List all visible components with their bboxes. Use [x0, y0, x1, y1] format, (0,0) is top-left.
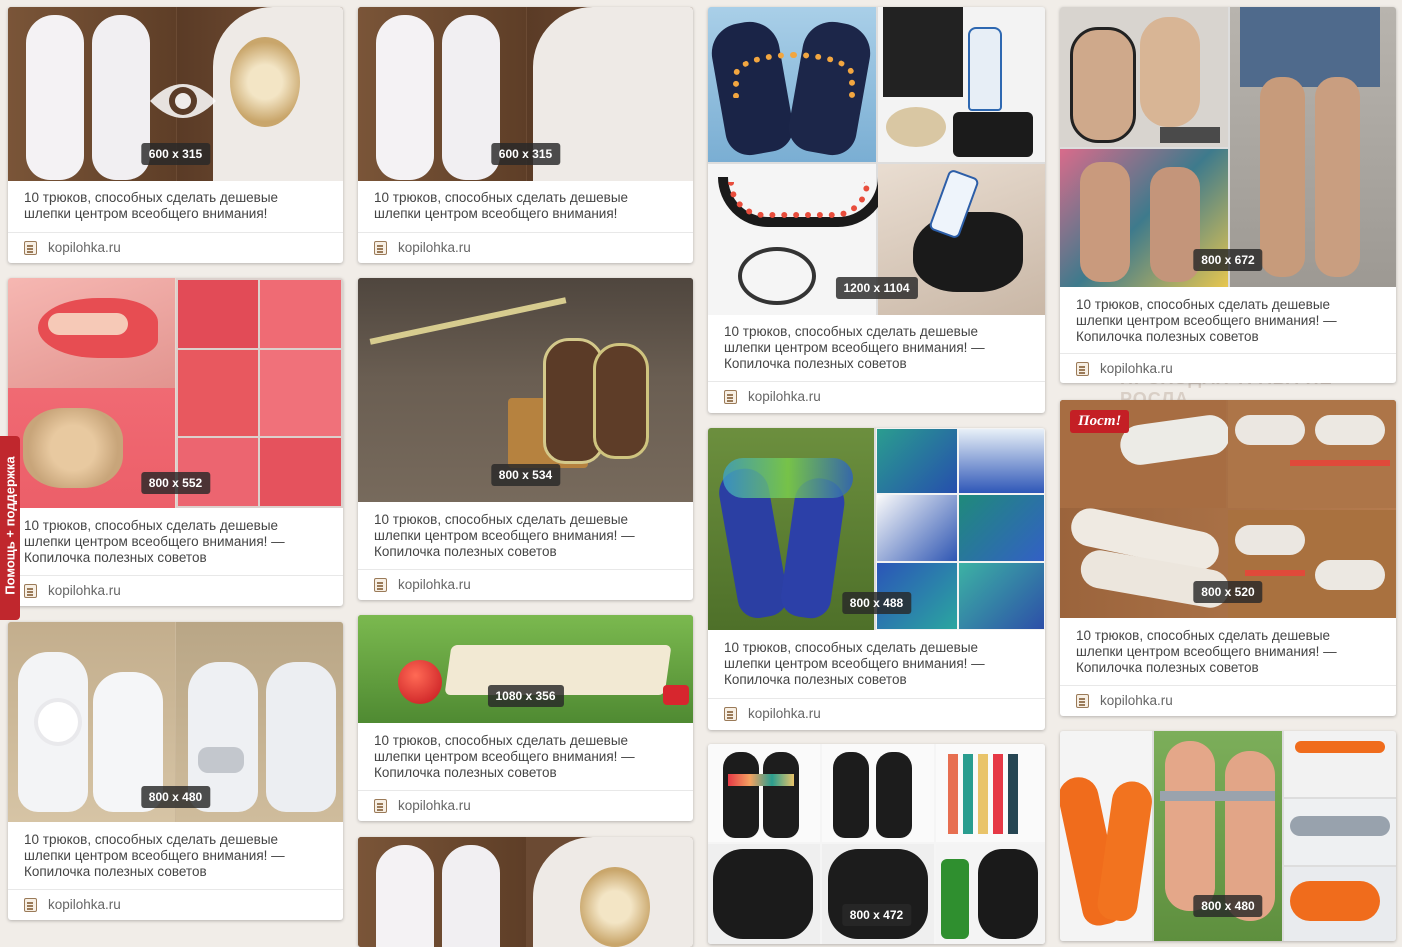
source-domain[interactable]: kopilohka.ru	[748, 706, 821, 721]
card-source[interactable]: kopilohka.ru	[1060, 685, 1396, 716]
card-caption[interactable]: 10 трюков, способных сделать дешевые шле…	[724, 640, 1031, 688]
source-page-icon	[724, 390, 737, 404]
image-dimensions: 800 x 488	[841, 592, 912, 614]
source-page-icon	[374, 578, 387, 592]
card-image[interactable]: 1200 x 1104	[708, 7, 1045, 315]
card-image[interactable]: 800 x 480	[1060, 731, 1396, 941]
image-card[interactable]: 800 x 552 10 трюков, способных сделать д…	[8, 278, 343, 606]
card-caption[interactable]: 10 трюков, способных сделать дешевые шле…	[1076, 297, 1382, 345]
card-caption[interactable]: 10 трюков, способных сделать дешевые шле…	[374, 190, 679, 222]
card-image[interactable]	[358, 837, 693, 947]
help-support-label: Помощь + поддержка	[2, 456, 18, 595]
card-caption[interactable]: 10 трюков, способных сделать дешевые шле…	[374, 733, 679, 781]
card-source[interactable]: kopilohka.ru	[1060, 353, 1396, 383]
image-card[interactable]: 600 x 315 10 трюков, способных сделать д…	[8, 7, 343, 263]
card-caption[interactable]: 10 трюков, способных сделать дешевые шле…	[24, 832, 329, 880]
card-image[interactable]: 800 x 480	[8, 622, 343, 822]
card-source[interactable]: kopilohka.ru	[358, 569, 693, 600]
source-domain[interactable]: kopilohka.ru	[398, 798, 471, 813]
image-dimensions: 800 x 552	[140, 472, 211, 494]
card-source[interactable]: kopilohka.ru	[358, 790, 693, 821]
image-card[interactable]: 800 x 534 10 трюков, способных сделать д…	[358, 278, 693, 600]
card-source[interactable]: kopilohka.ru	[8, 575, 343, 606]
source-page-icon	[374, 799, 387, 813]
image-card[interactable]: 800 x 472	[708, 744, 1045, 944]
preview-eye-icon[interactable]	[146, 73, 220, 129]
image-card[interactable]: 800 x 488 10 трюков, способных сделать д…	[708, 428, 1045, 730]
card-image[interactable]: 600 x 315	[358, 7, 693, 181]
card-image[interactable]: 800 x 488	[708, 428, 1045, 630]
image-dimensions: 1200 x 1104	[835, 277, 918, 299]
source-domain[interactable]: kopilohka.ru	[398, 240, 471, 255]
post-badge: Пост!	[1070, 410, 1130, 433]
source-domain[interactable]: kopilohka.ru	[1100, 361, 1173, 376]
image-dimensions: 800 x 472	[841, 904, 912, 926]
card-source[interactable]: kopilohka.ru	[8, 889, 343, 920]
source-page-icon	[24, 241, 37, 255]
image-dimensions: 1080 x 356	[487, 685, 564, 707]
card-image[interactable]: 800 x 472	[708, 744, 1045, 944]
card-caption[interactable]: 10 трюков, способных сделать дешевые шле…	[724, 324, 1031, 372]
image-card[interactable]: 1080 x 356 10 трюков, способных сделать …	[358, 615, 693, 821]
card-image[interactable]: 1080 x 356	[358, 615, 693, 723]
image-dimensions: 800 x 534	[490, 464, 561, 486]
image-dimensions: 800 x 480	[1193, 895, 1263, 917]
image-card[interactable]: 800 x 672 10 трюков, способных сделать д…	[1060, 7, 1396, 383]
card-source[interactable]: kopilohka.ru	[358, 232, 693, 263]
image-dimensions: 800 x 672	[1193, 249, 1263, 271]
card-image[interactable]: 800 x 672	[1060, 7, 1396, 287]
source-domain[interactable]: kopilohka.ru	[1100, 693, 1173, 708]
source-domain[interactable]: kopilohka.ru	[48, 897, 121, 912]
source-page-icon	[1076, 694, 1089, 708]
source-domain[interactable]: kopilohka.ru	[748, 389, 821, 404]
image-dimensions: 600 x 315	[140, 143, 211, 165]
card-caption[interactable]: 10 трюков, способных сделать дешевые шле…	[374, 512, 679, 560]
source-page-icon	[724, 707, 737, 721]
card-image[interactable]: Пост! 800 x 520	[1060, 400, 1396, 618]
image-card[interactable]	[358, 837, 693, 947]
card-source[interactable]: kopilohka.ru	[708, 698, 1045, 729]
card-image[interactable]: 800 x 534	[358, 278, 693, 502]
card-image[interactable]: 800 x 552	[8, 278, 343, 508]
source-page-icon	[374, 241, 387, 255]
image-card[interactable]: 600 x 315 10 трюков, способных сделать д…	[358, 7, 693, 263]
card-caption[interactable]: 10 трюков, способных сделать дешевые шле…	[24, 190, 329, 222]
card-image[interactable]: 600 x 315	[8, 7, 343, 181]
source-page-icon	[24, 584, 37, 598]
card-caption[interactable]: 10 трюков, способных сделать дешевые шле…	[1076, 628, 1382, 676]
image-card[interactable]: 800 x 480	[1060, 731, 1396, 941]
image-card[interactable]: 800 x 480 10 трюков, способных сделать д…	[8, 622, 343, 920]
image-dimensions: 600 x 315	[490, 143, 561, 165]
help-support-tab[interactable]: Помощь + поддержка	[0, 436, 20, 620]
card-source[interactable]: kopilohka.ru	[8, 232, 343, 263]
image-dimensions: 800 x 480	[140, 786, 211, 808]
source-domain[interactable]: kopilohka.ru	[48, 583, 121, 598]
card-caption[interactable]: 10 трюков, способных сделать дешевые шле…	[24, 518, 329, 566]
image-card[interactable]: Пост! 800 x 520 10 трюков, способных сде…	[1060, 400, 1396, 716]
source-domain[interactable]: kopilohka.ru	[48, 240, 121, 255]
source-page-icon	[24, 898, 37, 912]
source-page-icon	[1076, 362, 1089, 376]
image-card[interactable]: 1200 x 1104 10 трюков, способных сделать…	[708, 7, 1045, 413]
card-source[interactable]: kopilohka.ru	[708, 381, 1045, 412]
image-dimensions: 800 x 520	[1193, 581, 1263, 603]
source-domain[interactable]: kopilohka.ru	[398, 577, 471, 592]
